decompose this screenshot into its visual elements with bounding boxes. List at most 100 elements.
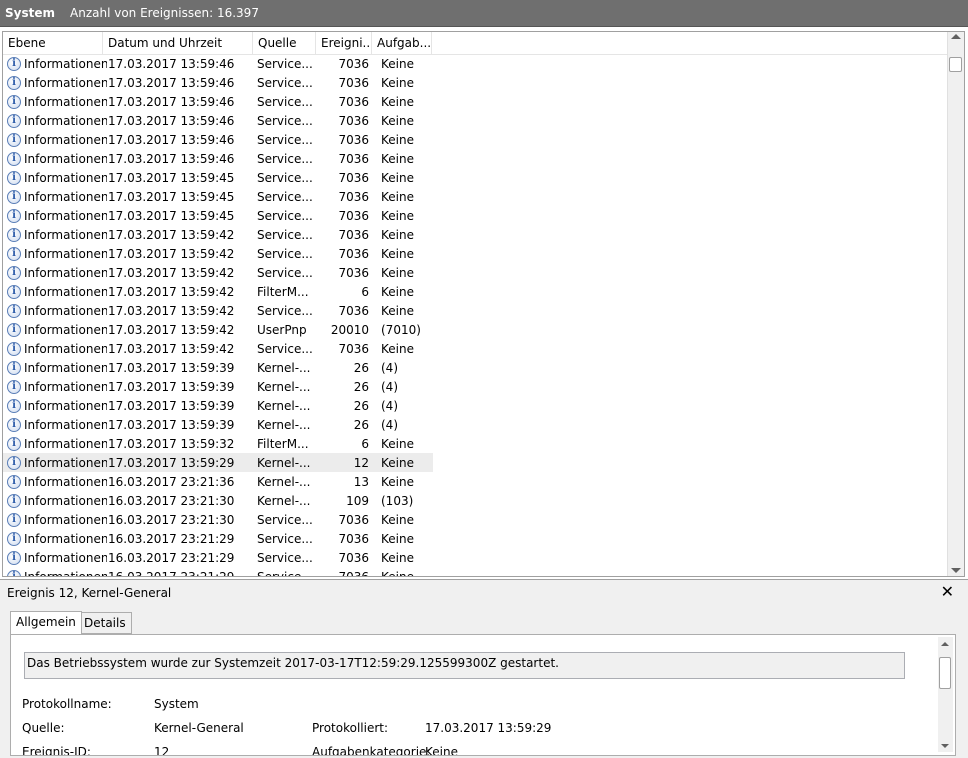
detail-scrollbar[interactable] xyxy=(938,637,953,752)
aufgabenkategorie-value: Keine xyxy=(425,745,458,756)
column-header-bar: Ebene Datum und Uhrzeit Quelle Ereigni..… xyxy=(3,32,947,55)
event-id-cell: 7036 xyxy=(338,132,369,147)
source-cell: Kernel-... xyxy=(257,455,311,470)
protokolliert-value: 17.03.2017 13:59:29 xyxy=(425,721,552,735)
info-icon: i xyxy=(7,436,21,451)
source-cell: Service... xyxy=(257,56,313,71)
event-id-cell: 20010 xyxy=(330,322,369,337)
event-row[interactable]: i Informationen 17.03.2017 13:59:32 FilterM… xyxy=(3,434,947,453)
level-cell: iInformationen xyxy=(3,436,107,451)
source-cell: Service... xyxy=(257,170,313,185)
level-text: Informationen xyxy=(24,265,107,280)
date-cell: 16.03.2017 23:21:29 xyxy=(108,531,235,546)
event-row[interactable]: i Informationen 16.03.2017 23:21:30 Kernel-… xyxy=(3,491,947,510)
info-icon: i xyxy=(7,151,21,166)
close-icon[interactable]: ✕ xyxy=(941,582,954,601)
tab-details[interactable]: Details xyxy=(78,612,132,634)
event-row[interactable]: i Informationen 17.03.2017 13:59:42 Service… xyxy=(3,301,947,320)
event-row[interactable]: i Informationen 17.03.2017 13:59:45 Service… xyxy=(3,206,947,225)
level-cell: iInformationen xyxy=(3,360,107,375)
column-header-source[interactable]: Quelle xyxy=(253,32,316,54)
level-cell: iInformationen xyxy=(3,132,107,147)
event-row[interactable]: i Informationen 16.03.2017 23:21:36 Kernel-… xyxy=(3,472,947,491)
task-cell: Keine xyxy=(381,512,414,527)
event-row[interactable]: i Informationen 17.03.2017 13:59:42 Service… xyxy=(3,225,947,244)
event-id-cell: 7036 xyxy=(338,531,369,546)
event-list[interactable]: Ebene Datum und Uhrzeit Quelle Ereigni..… xyxy=(2,31,965,577)
scroll-thumb[interactable] xyxy=(949,57,962,72)
event-row[interactable]: iInformationen16.03.2017 23:21:29Service… xyxy=(3,548,947,567)
quelle-label: Quelle: xyxy=(22,721,65,735)
task-cell: Keine xyxy=(381,341,414,356)
level-cell: iInformationen xyxy=(3,151,107,166)
event-row[interactable]: i Informationen 17.03.2017 13:59:46 Service… xyxy=(3,73,947,92)
task-cell: Keine xyxy=(381,284,414,299)
source-cell: Kernel-... xyxy=(257,398,311,413)
task-cell: (7010) xyxy=(381,322,421,337)
level-text: Informationen xyxy=(24,75,107,90)
event-row[interactable]: i Informationen 17.03.2017 13:59:42 Service… xyxy=(3,263,947,282)
event-row[interactable]: i Informationen 17.03.2017 13:59:45 Service… xyxy=(3,168,947,187)
date-cell: 17.03.2017 13:59:42 xyxy=(108,265,235,280)
event-row[interactable]: i Informationen 17.03.2017 13:59:46 Service… xyxy=(3,130,947,149)
scroll-up-arrow-icon[interactable] xyxy=(951,34,961,39)
scroll-up-arrow-icon[interactable] xyxy=(941,642,949,646)
column-header-date[interactable]: Datum und Uhrzeit xyxy=(103,32,253,54)
date-cell: 17.03.2017 13:59:46 xyxy=(108,113,235,128)
list-scrollbar[interactable] xyxy=(947,32,964,576)
scroll-thumb[interactable] xyxy=(939,657,951,689)
date-cell: 17.03.2017 13:59:45 xyxy=(108,170,235,185)
column-header-event-id[interactable]: Ereigni... xyxy=(316,32,372,54)
level-text: Informationen xyxy=(24,417,107,432)
event-row[interactable]: i Informationen 17.03.2017 13:59:46 Service… xyxy=(3,92,947,111)
event-row[interactable]: i Informationen 17.03.2017 13:59:42 Service… xyxy=(3,244,947,263)
source-cell: Service... xyxy=(257,246,313,261)
event-row[interactable]: i Informationen 17.03.2017 13:59:42 UserPnp… xyxy=(3,320,947,339)
task-cell: (103) xyxy=(381,493,414,508)
task-cell: Keine xyxy=(381,265,414,280)
task-cell: Keine xyxy=(381,436,414,451)
quelle-value: Kernel-General xyxy=(154,721,244,735)
scroll-down-arrow-icon[interactable] xyxy=(941,744,949,748)
ereignis-id-label: Ereignis-ID: xyxy=(22,745,91,756)
level-cell: iInformationen xyxy=(3,417,107,432)
general-tab-panel: Das Betriebssystem wurde zur Systemzeit … xyxy=(10,634,956,756)
event-row[interactable]: i Informationen 17.03.2017 13:59:42 FilterM… xyxy=(3,282,947,301)
event-message[interactable]: Das Betriebssystem wurde zur Systemzeit … xyxy=(24,652,905,679)
column-header-level[interactable]: Ebene xyxy=(3,32,103,54)
event-id-cell: 7036 xyxy=(338,303,369,318)
level-cell: iInformationen xyxy=(3,379,107,394)
event-row[interactable]: i Informationen 16.03.2017 23:21:30 Service… xyxy=(3,510,947,529)
protokolliert-label: Protokolliert: xyxy=(312,721,389,735)
event-row[interactable]: i Informationen 17.03.2017 13:59:42 Service… xyxy=(3,339,947,358)
event-row[interactable]: i Informationen 17.03.2017 13:59:46 Service… xyxy=(3,149,947,168)
event-row[interactable]: i Informationen 17.03.2017 13:59:39 Kernel-… xyxy=(3,358,947,377)
date-cell: 17.03.2017 13:59:39 xyxy=(108,379,235,394)
level-text: Informationen xyxy=(24,94,107,109)
event-row[interactable]: i Informationen 17.03.2017 13:59:45 Service… xyxy=(3,187,947,206)
source-cell: Service... xyxy=(257,531,313,546)
event-row[interactable]: i Informationen 17.03.2017 13:59:39 Kernel-… xyxy=(3,396,947,415)
event-row[interactable]: i Informationen 17.03.2017 13:59:39 Kernel-… xyxy=(3,415,947,434)
source-cell: FilterM... xyxy=(257,436,309,451)
level-text: Informationen xyxy=(24,208,107,223)
info-icon: i xyxy=(7,341,21,356)
event-row[interactable]: i Informationen 17.03.2017 13:59:29 Kernel-… xyxy=(3,453,433,472)
source-cell: Service... xyxy=(257,113,313,128)
level-text: Informationen xyxy=(24,379,107,394)
event-row[interactable]: iInformationen16.03.2017 23:21:29Service… xyxy=(3,567,947,576)
task-cell: (4) xyxy=(381,417,398,432)
event-id-cell: 7036 xyxy=(338,227,369,242)
event-id-cell: 7036 xyxy=(338,189,369,204)
event-row[interactable]: iInformationen16.03.2017 23:21:29Service… xyxy=(3,529,947,548)
date-cell: 17.03.2017 13:59:46 xyxy=(108,132,235,147)
column-header-task[interactable]: Aufgab... xyxy=(372,32,432,54)
event-row[interactable]: i Informationen 17.03.2017 13:59:39 Kernel-… xyxy=(3,377,947,396)
ereignis-id-value: 12 xyxy=(154,745,170,756)
tab-general[interactable]: Allgemein xyxy=(10,611,82,635)
level-cell: iInformationen xyxy=(3,455,107,470)
event-row[interactable]: i Informationen 17.03.2017 13:59:46 Service… xyxy=(3,111,947,130)
date-cell: 17.03.2017 13:59:39 xyxy=(108,398,235,413)
scroll-down-arrow-icon[interactable] xyxy=(951,568,961,573)
event-row[interactable]: i Informationen 17.03.2017 13:59:46 Service… xyxy=(3,54,947,73)
